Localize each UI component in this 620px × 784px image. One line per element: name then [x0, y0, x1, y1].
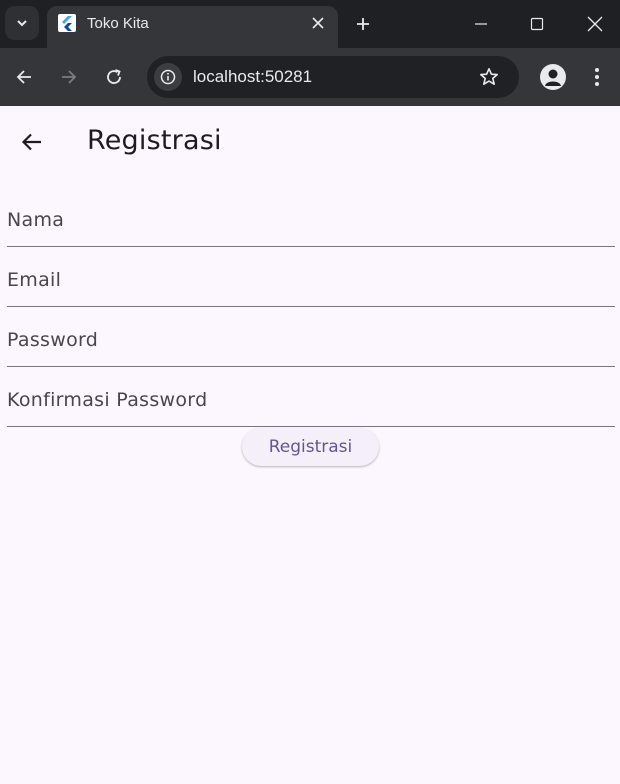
browser-menu-button[interactable]	[585, 64, 609, 90]
forward-button[interactable]	[56, 64, 82, 90]
maximize-button[interactable]	[523, 10, 551, 38]
registrasi-button[interactable]: Registrasi	[242, 428, 379, 466]
close-icon	[587, 16, 603, 32]
back-button[interactable]	[11, 64, 37, 90]
plus-icon	[357, 18, 369, 30]
field-label: Konfirmasi Password	[7, 389, 208, 411]
star-icon	[480, 68, 498, 85]
email-field[interactable]: Email	[7, 246, 615, 307]
info-icon	[160, 69, 176, 85]
reload-icon	[107, 69, 121, 84]
bookmark-button[interactable]	[477, 65, 501, 89]
page-title: Registrasi	[87, 125, 222, 156]
browser-toolbar: localhost:50281	[0, 48, 620, 106]
new-tab-button[interactable]	[351, 12, 375, 36]
browser-tab[interactable]: Toko Kita	[47, 6, 338, 48]
site-info-button[interactable]	[154, 63, 182, 91]
address-bar[interactable]: localhost:50281	[147, 56, 519, 98]
close-icon	[312, 17, 324, 29]
chevron-down-icon	[17, 20, 27, 27]
arrow-left-icon	[21, 133, 41, 151]
password-field[interactable]: Password	[7, 306, 615, 367]
arrow-right-icon	[62, 70, 77, 84]
minimize-icon	[475, 23, 487, 25]
tab-search-button[interactable]	[5, 6, 39, 40]
nama-field[interactable]: Nama	[7, 186, 615, 247]
url-text: localhost:50281	[193, 67, 313, 86]
browser-tab-strip: Toko Kita	[0, 0, 620, 48]
field-label: Password	[7, 329, 99, 351]
minimize-button[interactable]	[467, 10, 495, 38]
person-icon	[545, 69, 561, 86]
appbar-back-button[interactable]	[17, 127, 47, 157]
reload-button[interactable]	[101, 64, 127, 90]
field-label: Nama	[7, 209, 65, 231]
profile-avatar-button[interactable]	[540, 64, 566, 90]
more-vertical-icon	[595, 68, 599, 86]
close-tab-button[interactable]	[308, 13, 328, 33]
tab-title: Toko Kita	[87, 15, 149, 32]
field-label: Email	[7, 269, 62, 291]
close-window-button[interactable]	[581, 10, 609, 38]
flutter-favicon-icon	[58, 14, 76, 32]
confirm-password-field[interactable]: Konfirmasi Password	[7, 366, 615, 427]
maximize-icon	[530, 17, 544, 31]
arrow-left-icon	[16, 70, 31, 84]
